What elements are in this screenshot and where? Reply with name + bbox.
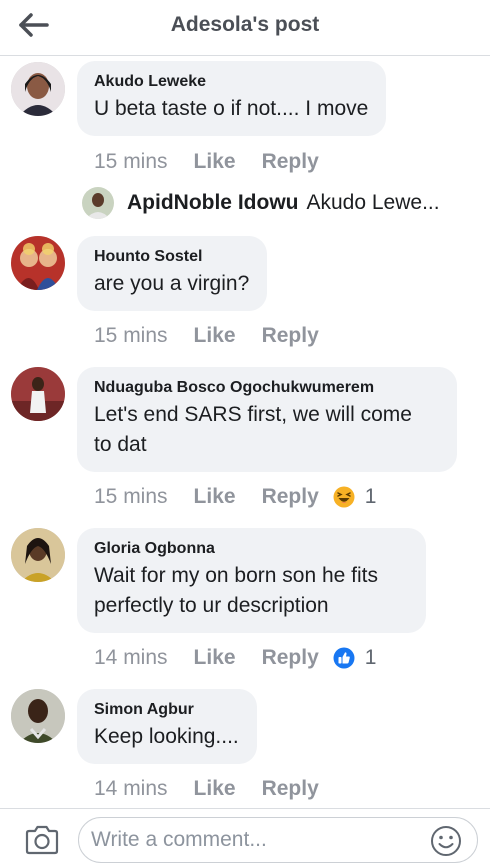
reply-button[interactable]: Reply — [262, 646, 319, 670]
comment-timestamp[interactable]: 15 mins — [94, 150, 168, 174]
comment-bubble: Simon Agbur Keep looking.... — [77, 689, 257, 764]
comment-author[interactable]: Akudo Leweke — [94, 72, 368, 92]
comment-timestamp[interactable]: 15 mins — [94, 485, 168, 509]
comment-text: U beta taste o if not.... I move — [94, 97, 369, 120]
reply-button[interactable]: Reply — [262, 777, 319, 801]
avatar[interactable] — [11, 367, 65, 421]
like-button[interactable]: Like — [194, 777, 236, 801]
reply-author[interactable]: ApidNoble Idowu — [127, 191, 298, 215]
reply-text: Akudo Lewe... — [306, 191, 440, 214]
comment-author[interactable]: Hounto Sostel — [94, 247, 249, 267]
comment-actions: 15 mins Like Reply — [94, 322, 333, 350]
reaction-count: 1 — [364, 485, 377, 508]
reaction-summary[interactable]: 1 — [333, 646, 377, 670]
smiley-icon — [431, 826, 461, 856]
avatar[interactable] — [11, 236, 65, 290]
reaction-count: 1 — [364, 646, 377, 669]
comment-timestamp[interactable]: 14 mins — [94, 777, 168, 801]
like-button[interactable]: Like — [194, 646, 236, 670]
comment-actions: 15 mins Like Reply 1 — [94, 483, 376, 511]
avatar[interactable] — [11, 62, 65, 116]
avatar[interactable] — [82, 187, 114, 219]
comment-text: Let's end SARS first, we will come to da… — [94, 403, 412, 456]
comment-input[interactable] — [78, 817, 478, 863]
like-button[interactable]: Like — [194, 150, 236, 174]
comment-actions: 14 mins Like Reply 1 — [94, 644, 376, 672]
like-emoji-icon — [333, 647, 355, 669]
emoji-button[interactable] — [430, 825, 462, 857]
comment-author[interactable]: Nduaguba Bosco Ogochukwumerem — [94, 378, 439, 398]
comment-actions: 14 mins Like Reply — [94, 775, 333, 803]
comment-author[interactable]: Simon Agbur — [94, 700, 239, 720]
comment-text: Wait for my on born son he fits perfectl… — [94, 564, 379, 617]
comment-bubble: Gloria Ogbonna Wait for my on born son h… — [77, 528, 426, 633]
reply-button[interactable]: Reply — [262, 324, 319, 348]
reaction-summary[interactable]: 1 — [333, 485, 377, 509]
reply-preview[interactable]: ApidNoble Idowu Akudo Lewe... — [82, 186, 472, 220]
comment-timestamp[interactable]: 15 mins — [94, 324, 168, 348]
haha-emoji-icon — [333, 486, 355, 508]
comment-composer — [0, 808, 490, 868]
avatar[interactable] — [11, 689, 65, 743]
comment-bubble: Nduaguba Bosco Ogochukwumerem Let's end … — [77, 367, 457, 472]
reply-button[interactable]: Reply — [262, 150, 319, 174]
comment-actions: 15 mins Like Reply — [94, 148, 333, 176]
like-button[interactable]: Like — [194, 485, 236, 509]
page-title: Adesola's post — [170, 13, 320, 36]
camera-button[interactable] — [24, 824, 60, 856]
comment-author[interactable]: Gloria Ogbonna — [94, 539, 408, 559]
comment-bubble: Akudo Leweke U beta taste o if not.... I… — [77, 61, 387, 136]
comment-timestamp[interactable]: 14 mins — [94, 646, 168, 670]
avatar[interactable] — [11, 528, 65, 582]
top-bar: Adesola's post — [0, 0, 490, 56]
comment-text: are you a virgin? — [94, 272, 250, 295]
comment-text: Keep looking.... — [94, 725, 239, 748]
comment-bubble: Hounto Sostel are you a virgin? — [77, 236, 268, 311]
like-button[interactable]: Like — [194, 324, 236, 348]
reply-button[interactable]: Reply — [262, 485, 319, 509]
camera-icon — [25, 825, 59, 855]
